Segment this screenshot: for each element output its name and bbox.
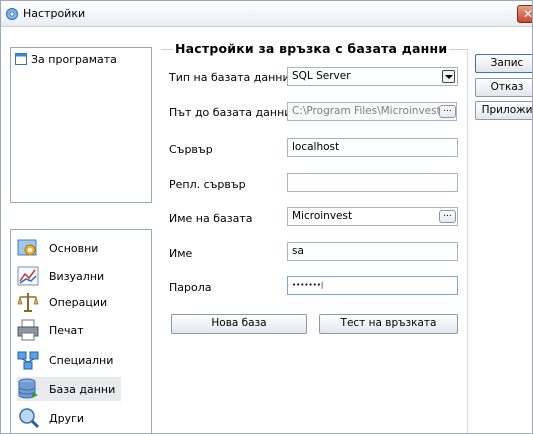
about-panel: За програмата	[10, 47, 152, 203]
network-icon	[17, 351, 39, 370]
db-path-value: C:\Program Files\Microinvest\Warehouse	[292, 105, 457, 117]
about-program-item[interactable]: За програмата	[15, 51, 117, 67]
password-input[interactable]: •••••••|	[287, 276, 458, 295]
database-icon	[18, 378, 38, 399]
db-name-value: Microinvest	[292, 210, 353, 222]
db-path-field[interactable]: C:\Program Files\Microinvest\Warehouse	[287, 102, 457, 121]
category-item-print[interactable]: Печат	[17, 318, 121, 342]
db-path-label: Път до базата данни	[169, 106, 292, 119]
category-item-basic[interactable]: Основни	[17, 236, 121, 260]
save-button[interactable]: Запис	[475, 54, 532, 73]
browse-db-button[interactable]: ...	[439, 210, 456, 223]
repl-server-label: Репл. сървър	[169, 178, 246, 191]
db-type-select[interactable]: SQL Server	[287, 67, 458, 86]
test-connection-button[interactable]: Тест на връзката	[319, 314, 458, 334]
user-input[interactable]: sa	[287, 242, 458, 261]
section-border	[467, 49, 468, 433]
balance-scale-icon	[17, 293, 39, 312]
category-label: Операции	[49, 295, 108, 309]
db-type-value: SQL Server	[292, 70, 351, 82]
settings-window: Настройки ✕ За програмата Основни Визуал…	[0, 0, 533, 434]
category-item-visual[interactable]: Визуални	[17, 264, 121, 288]
new-database-button[interactable]: Нова база	[171, 314, 307, 334]
printer-icon	[17, 319, 39, 341]
about-program-label: За програмата	[31, 52, 117, 66]
chart-icon	[17, 266, 39, 286]
category-label: База данни	[49, 382, 116, 396]
window-icon	[15, 53, 27, 65]
category-list: Основни Визуални Операции Печат Специалн…	[10, 229, 152, 433]
browse-path-button[interactable]: ...	[439, 105, 456, 118]
password-label: Парола	[169, 281, 212, 294]
password-value: •••••••|	[292, 281, 324, 289]
category-item-database[interactable]: База данни	[17, 377, 121, 401]
repl-server-input[interactable]	[287, 173, 458, 192]
category-item-operations[interactable]: Операции	[17, 290, 121, 314]
server-value: localhost	[292, 141, 340, 153]
window-title: Настройки	[23, 7, 86, 20]
user-label: Име	[169, 247, 193, 260]
chevron-down-icon[interactable]	[442, 70, 455, 83]
user-value: sa	[292, 245, 304, 257]
close-button[interactable]: ✕	[517, 5, 533, 23]
title-bar[interactable]: Настройки ✕	[1, 1, 533, 27]
db-name-label: Име на базата	[169, 212, 253, 225]
category-item-other[interactable]: Други	[17, 406, 121, 430]
category-label: Печат	[49, 323, 84, 337]
apply-button[interactable]: Приложи	[475, 101, 532, 120]
server-label: Сървър	[169, 143, 213, 156]
category-label: Други	[49, 411, 85, 425]
cancel-button[interactable]: Отказ	[475, 78, 532, 97]
section-title: Настройки за връзка с базата данни	[173, 41, 450, 56]
category-item-special[interactable]: Специални	[17, 348, 121, 372]
category-label: Основни	[49, 241, 99, 255]
db-type-label: Тип на базата данни	[169, 71, 290, 84]
magnifier-icon	[19, 408, 39, 429]
close-icon: ✕	[523, 7, 533, 21]
settings-icon	[17, 239, 37, 256]
category-label: Визуални	[49, 269, 105, 283]
server-input[interactable]: localhost	[287, 138, 458, 157]
category-label: Специални	[49, 353, 114, 367]
db-name-input[interactable]: Microinvest	[287, 207, 458, 226]
settings-gear-icon	[6, 8, 18, 20]
